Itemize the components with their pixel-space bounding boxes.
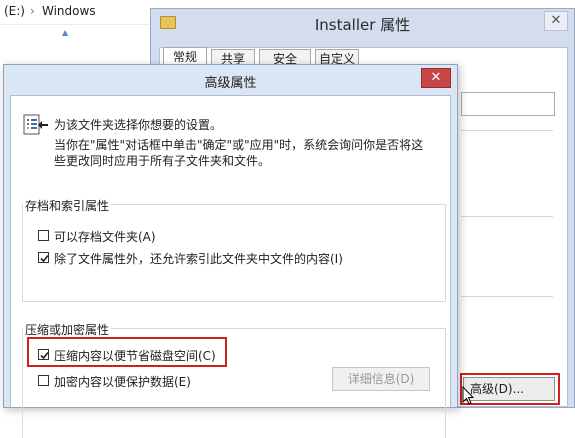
breadcrumb-drive[interactable]: (E:)	[4, 4, 25, 18]
encrypt-checkbox[interactable]	[38, 375, 49, 386]
divider	[461, 216, 553, 217]
collapse-arrow-icon[interactable]: ▲	[62, 28, 68, 37]
details-button[interactable]: 详细信息(D)	[332, 367, 430, 391]
index-option-label[interactable]: 除了文件属性外，还允许索引此文件夹中文件的内容(I)	[54, 250, 343, 267]
intro-text: 些更改同时应用于所有子文件夹和文件。	[54, 154, 271, 168]
folder-properties-icon	[23, 114, 48, 135]
archive-group-label: 存档和索引属性	[23, 197, 112, 214]
advanced-attributes-dialog: 高级属性 ✕ 为该文件夹选择你想要的设置。 当你在"属性"对话框中单击"确定"或…	[3, 64, 458, 438]
properties-titlebar[interactable]: Installer 属性 ✕	[151, 9, 574, 39]
breadcrumb-folder[interactable]: Windows	[42, 4, 96, 18]
intro-text: 为该文件夹选择你想要的设置。	[54, 118, 223, 132]
explorer-address-bar[interactable]: (E:) › Windows	[0, 0, 160, 25]
dialog-title: 高级属性	[204, 76, 257, 91]
archive-checkbox[interactable]	[38, 230, 49, 241]
breadcrumb-separator: ›	[30, 4, 35, 18]
encrypt-option-label[interactable]: 加密内容以便保护数据(E)	[54, 373, 191, 390]
intro-text: 当你在"属性"对话框中单击"确定"或"应用"时，系统会询问你是否将这	[54, 138, 424, 152]
properties-title: Installer 属性	[314, 16, 411, 34]
compress-group-label: 压缩或加密属性	[23, 321, 112, 338]
divider	[461, 296, 553, 297]
archive-option-label[interactable]: 可以存档文件夹(A)	[54, 228, 156, 245]
dialog-close-icon[interactable]: ✕	[421, 68, 451, 88]
mouse-pointer-icon	[462, 386, 474, 405]
checkmark-icon	[40, 254, 49, 263]
folder-name-field[interactable]	[461, 92, 555, 116]
divider	[461, 130, 553, 131]
properties-close-icon[interactable]: ✕	[544, 11, 568, 31]
compress-option-highlight	[27, 337, 227, 367]
advanced-button-highlight	[460, 373, 560, 405]
index-checkbox[interactable]	[38, 252, 49, 263]
